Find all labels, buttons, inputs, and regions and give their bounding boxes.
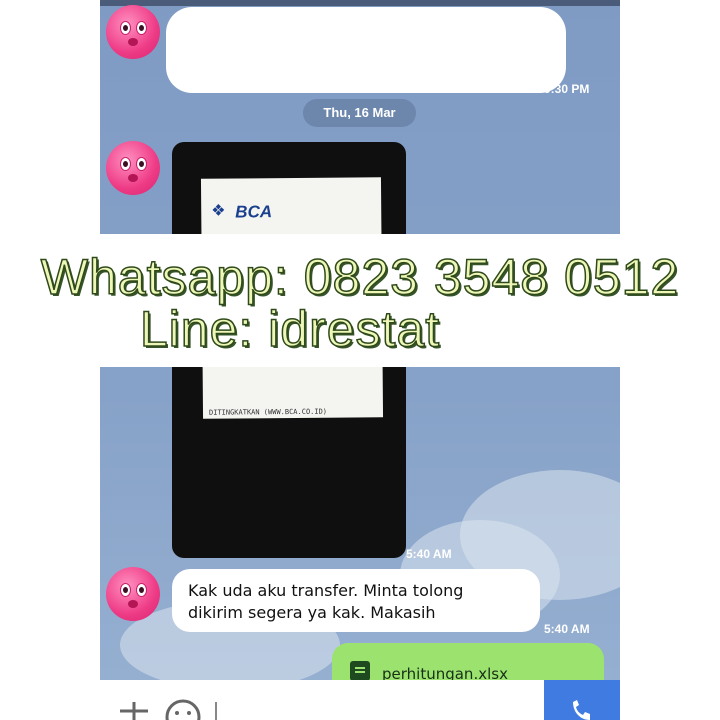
call-button[interactable] [544,680,620,720]
watermark-line-line: Line: idrestat [139,300,441,358]
watermark-line-whatsapp: Whatsapp: 0823 3548 0512 [40,248,680,306]
contact-avatar[interactable] [106,5,160,59]
date-separator: Thu, 16 Mar [303,99,416,127]
spreadsheet-file-icon [350,661,370,681]
contact-avatar[interactable] [106,141,160,195]
emoji-icon[interactable] [164,698,202,720]
phone-icon [573,700,590,720]
bca-logo-icon: ❖ [211,200,226,220]
watermark-band: Whatsapp: 0823 3548 0512 Line: idrestat [0,234,720,367]
message-bubble-redacted[interactable] [166,7,566,93]
receipt-bank-name: BCA [235,202,273,222]
message-time: 9:30 PM [544,82,590,96]
message-text-line: Kak uda aku transfer. Minta tolong [188,581,464,600]
receipt-footer-text: DITINGKATKAN (WWW.BCA.CO.ID) [208,407,328,417]
message-time: 5:40 AM [544,622,590,636]
message-text: Kak uda aku transfer. Minta tolong dikir… [188,580,463,624]
message-input-field[interactable] [215,702,217,720]
input-bar [100,680,620,720]
contact-avatar[interactable] [106,567,160,621]
plus-icon[interactable] [118,702,150,720]
top-bar [100,0,620,6]
message-text-line: dikirim segera ya kak. Makasih [188,603,436,622]
message-bubble[interactable]: Kak uda aku transfer. Minta tolong dikir… [172,569,540,632]
message-time: 5:40 AM [406,547,452,561]
